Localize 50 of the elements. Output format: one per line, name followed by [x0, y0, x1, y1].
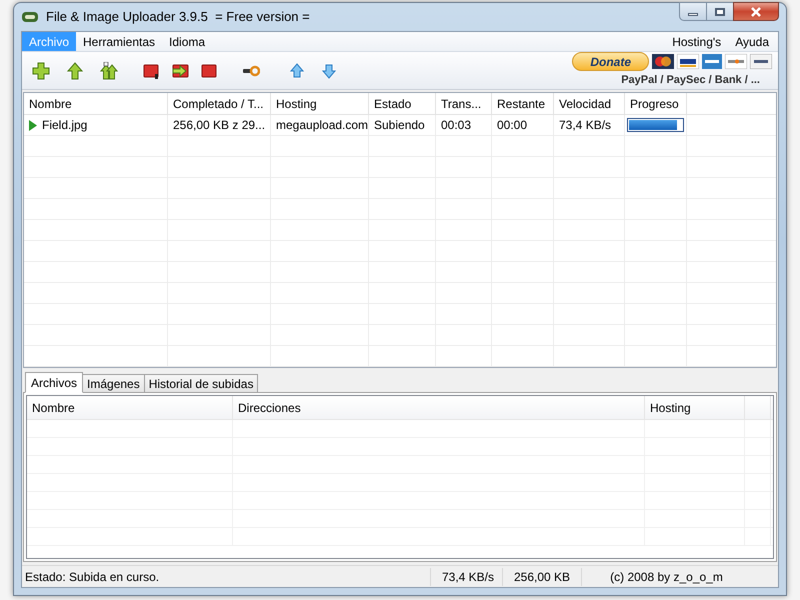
- discover-card-icon: [725, 54, 747, 70]
- bank-icon: [750, 54, 772, 70]
- visa-card-icon: [677, 54, 699, 70]
- window-title: File & Image Uploader 3.9.5 = Free version =: [46, 8, 310, 26]
- up-arrow-icon: [66, 62, 84, 80]
- double-up-arrow-icon: [100, 62, 118, 80]
- app-logo-icon: [22, 12, 38, 22]
- column-header[interactable]: Velocidad: [554, 93, 625, 114]
- payment-methods-label: PayPal / PaySec / Bank / ...: [621, 73, 760, 88]
- menu-item[interactable]: Herramientas: [76, 32, 162, 51]
- table-cell-text: 256,00 KB z 29...: [173, 117, 266, 134]
- plus-icon: [32, 62, 50, 80]
- donate-button[interactable]: Donate: [572, 52, 649, 72]
- close-button[interactable]: [733, 2, 779, 21]
- status-copyright: (c) 2008 by z_o_o_m: [581, 568, 751, 586]
- status-speed: 73,4 KB/s: [430, 568, 502, 586]
- menu-item[interactable]: Ayuda: [728, 32, 776, 51]
- column-header[interactable]: Completado / T...: [168, 93, 271, 114]
- move-up-arrow-icon: [288, 62, 306, 80]
- stop-one-icon: [142, 62, 160, 80]
- stop-icon: [200, 62, 218, 80]
- status-size: 256,00 KB: [502, 568, 581, 586]
- tab[interactable]: Imágenes: [82, 374, 145, 393]
- column-header[interactable]: Hosting: [271, 93, 369, 114]
- column-header[interactable]: Restante: [492, 93, 554, 114]
- close-icon: [750, 6, 762, 16]
- menu-item[interactable]: Hosting's: [665, 32, 728, 51]
- table-cell-text: Subiendo: [374, 117, 425, 134]
- move-down-arrow-icon: [320, 62, 338, 80]
- tab[interactable]: Historial de subidas: [144, 374, 258, 393]
- mastercard-icon: [652, 54, 674, 70]
- table-cell-text: 00:00: [497, 117, 528, 134]
- table-cell-text: 73,4 KB/s: [559, 117, 612, 134]
- amex-card-icon: [702, 54, 722, 70]
- minimize-button[interactable]: [679, 2, 707, 21]
- column-header[interactable]: Direcciones: [233, 396, 645, 419]
- table-cell-text: Field.jpg: [42, 117, 88, 134]
- column-header[interactable]: Trans...: [436, 93, 492, 114]
- column-header[interactable]: Estado: [369, 93, 436, 114]
- column-header[interactable]: Nombre: [24, 93, 168, 114]
- skip-arrow-icon: [171, 62, 189, 80]
- maximize-button[interactable]: [707, 2, 733, 21]
- status-text: Estado: Subida en curso.: [24, 568, 160, 586]
- menu-item[interactable]: Idioma: [162, 32, 212, 51]
- table-cell-text: 00:03: [441, 117, 472, 134]
- column-header[interactable]: Hosting: [645, 396, 745, 419]
- column-header[interactable]: Progreso: [625, 93, 687, 114]
- tab[interactable]: Archivos: [25, 372, 84, 393]
- column-header[interactable]: Nombre: [27, 396, 233, 419]
- table-cell-text: megaupload.com: [276, 117, 368, 134]
